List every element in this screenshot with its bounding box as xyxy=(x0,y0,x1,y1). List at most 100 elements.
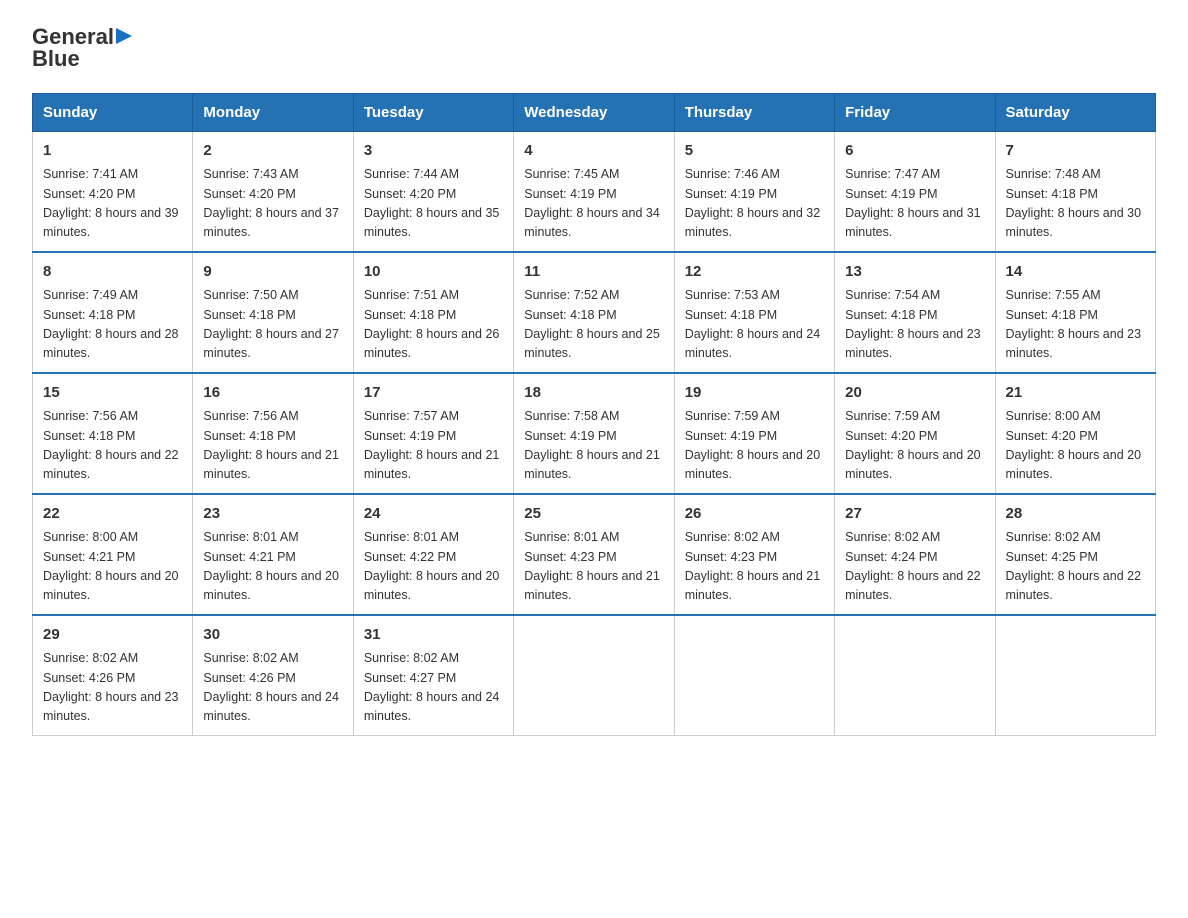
day-number: 2 xyxy=(203,140,342,163)
calendar-cell: 25Sunrise: 8:01 AMSunset: 4:23 PMDayligh… xyxy=(514,494,674,615)
day-info: Sunrise: 8:02 AMSunset: 4:25 PMDaylight:… xyxy=(1006,528,1145,606)
calendar-cell: 1Sunrise: 7:41 AMSunset: 4:20 PMDaylight… xyxy=(33,131,193,252)
day-info: Sunrise: 7:43 AMSunset: 4:20 PMDaylight:… xyxy=(203,165,342,243)
day-info: Sunrise: 7:56 AMSunset: 4:18 PMDaylight:… xyxy=(203,407,342,485)
day-info: Sunrise: 8:02 AMSunset: 4:23 PMDaylight:… xyxy=(685,528,824,606)
calendar-cell: 23Sunrise: 8:01 AMSunset: 4:21 PMDayligh… xyxy=(193,494,353,615)
day-number: 10 xyxy=(364,261,503,284)
calendar-cell: 7Sunrise: 7:48 AMSunset: 4:18 PMDaylight… xyxy=(995,131,1155,252)
day-info: Sunrise: 7:59 AMSunset: 4:20 PMDaylight:… xyxy=(845,407,984,485)
day-number: 29 xyxy=(43,624,182,647)
day-number: 27 xyxy=(845,503,984,526)
day-number: 30 xyxy=(203,624,342,647)
day-info: Sunrise: 7:48 AMSunset: 4:18 PMDaylight:… xyxy=(1006,165,1145,243)
day-number: 22 xyxy=(43,503,182,526)
calendar-cell: 22Sunrise: 8:00 AMSunset: 4:21 PMDayligh… xyxy=(33,494,193,615)
day-info: Sunrise: 7:47 AMSunset: 4:19 PMDaylight:… xyxy=(845,165,984,243)
day-info: Sunrise: 7:58 AMSunset: 4:19 PMDaylight:… xyxy=(524,407,663,485)
day-number: 14 xyxy=(1006,261,1145,284)
day-info: Sunrise: 8:02 AMSunset: 4:27 PMDaylight:… xyxy=(364,649,503,727)
day-number: 6 xyxy=(845,140,984,163)
day-info: Sunrise: 7:55 AMSunset: 4:18 PMDaylight:… xyxy=(1006,286,1145,364)
calendar-cell: 6Sunrise: 7:47 AMSunset: 4:19 PMDaylight… xyxy=(835,131,995,252)
day-number: 18 xyxy=(524,382,663,405)
day-info: Sunrise: 7:52 AMSunset: 4:18 PMDaylight:… xyxy=(524,286,663,364)
calendar-cell xyxy=(835,615,995,736)
calendar-cell: 21Sunrise: 8:00 AMSunset: 4:20 PMDayligh… xyxy=(995,373,1155,494)
logo-triangle-icon xyxy=(116,24,136,44)
calendar-cell: 30Sunrise: 8:02 AMSunset: 4:26 PMDayligh… xyxy=(193,615,353,736)
calendar-cell: 14Sunrise: 7:55 AMSunset: 4:18 PMDayligh… xyxy=(995,252,1155,373)
calendar-cell: 16Sunrise: 7:56 AMSunset: 4:18 PMDayligh… xyxy=(193,373,353,494)
day-number: 13 xyxy=(845,261,984,284)
calendar-cell: 2Sunrise: 7:43 AMSunset: 4:20 PMDaylight… xyxy=(193,131,353,252)
header-row: SundayMondayTuesdayWednesdayThursdayFrid… xyxy=(33,93,1156,131)
header-wednesday: Wednesday xyxy=(514,93,674,131)
header-thursday: Thursday xyxy=(674,93,834,131)
day-info: Sunrise: 7:57 AMSunset: 4:19 PMDaylight:… xyxy=(364,407,503,485)
week-row-3: 15Sunrise: 7:56 AMSunset: 4:18 PMDayligh… xyxy=(33,373,1156,494)
day-number: 24 xyxy=(364,503,503,526)
calendar-table: SundayMondayTuesdayWednesdayThursdayFrid… xyxy=(32,93,1156,736)
day-number: 31 xyxy=(364,624,503,647)
day-number: 11 xyxy=(524,261,663,284)
day-info: Sunrise: 7:49 AMSunset: 4:18 PMDaylight:… xyxy=(43,286,182,364)
day-number: 5 xyxy=(685,140,824,163)
calendar-cell: 18Sunrise: 7:58 AMSunset: 4:19 PMDayligh… xyxy=(514,373,674,494)
day-info: Sunrise: 7:50 AMSunset: 4:18 PMDaylight:… xyxy=(203,286,342,364)
calendar-cell xyxy=(674,615,834,736)
calendar-cell: 28Sunrise: 8:02 AMSunset: 4:25 PMDayligh… xyxy=(995,494,1155,615)
day-info: Sunrise: 7:54 AMSunset: 4:18 PMDaylight:… xyxy=(845,286,984,364)
page-header: General Blue xyxy=(32,24,1156,73)
header-tuesday: Tuesday xyxy=(353,93,513,131)
day-number: 7 xyxy=(1006,140,1145,163)
logo: General Blue xyxy=(32,24,136,73)
week-row-2: 8Sunrise: 7:49 AMSunset: 4:18 PMDaylight… xyxy=(33,252,1156,373)
day-info: Sunrise: 7:46 AMSunset: 4:19 PMDaylight:… xyxy=(685,165,824,243)
day-number: 17 xyxy=(364,382,503,405)
day-info: Sunrise: 8:01 AMSunset: 4:21 PMDaylight:… xyxy=(203,528,342,606)
day-info: Sunrise: 8:02 AMSunset: 4:26 PMDaylight:… xyxy=(43,649,182,727)
day-info: Sunrise: 7:53 AMSunset: 4:18 PMDaylight:… xyxy=(685,286,824,364)
day-number: 20 xyxy=(845,382,984,405)
calendar-cell: 9Sunrise: 7:50 AMSunset: 4:18 PMDaylight… xyxy=(193,252,353,373)
day-number: 15 xyxy=(43,382,182,405)
day-info: Sunrise: 8:02 AMSunset: 4:24 PMDaylight:… xyxy=(845,528,984,606)
header-saturday: Saturday xyxy=(995,93,1155,131)
day-info: Sunrise: 8:00 AMSunset: 4:20 PMDaylight:… xyxy=(1006,407,1145,485)
header-sunday: Sunday xyxy=(33,93,193,131)
calendar-cell: 19Sunrise: 7:59 AMSunset: 4:19 PMDayligh… xyxy=(674,373,834,494)
day-number: 26 xyxy=(685,503,824,526)
calendar-cell: 5Sunrise: 7:46 AMSunset: 4:19 PMDaylight… xyxy=(674,131,834,252)
calendar-cell: 27Sunrise: 8:02 AMSunset: 4:24 PMDayligh… xyxy=(835,494,995,615)
calendar-cell: 4Sunrise: 7:45 AMSunset: 4:19 PMDaylight… xyxy=(514,131,674,252)
day-number: 25 xyxy=(524,503,663,526)
day-number: 19 xyxy=(685,382,824,405)
day-info: Sunrise: 7:45 AMSunset: 4:19 PMDaylight:… xyxy=(524,165,663,243)
week-row-4: 22Sunrise: 8:00 AMSunset: 4:21 PMDayligh… xyxy=(33,494,1156,615)
calendar-cell: 12Sunrise: 7:53 AMSunset: 4:18 PMDayligh… xyxy=(674,252,834,373)
calendar-cell xyxy=(514,615,674,736)
day-number: 21 xyxy=(1006,382,1145,405)
day-number: 16 xyxy=(203,382,342,405)
day-info: Sunrise: 7:41 AMSunset: 4:20 PMDaylight:… xyxy=(43,165,182,243)
day-info: Sunrise: 7:56 AMSunset: 4:18 PMDaylight:… xyxy=(43,407,182,485)
calendar-cell: 3Sunrise: 7:44 AMSunset: 4:20 PMDaylight… xyxy=(353,131,513,252)
day-number: 8 xyxy=(43,261,182,284)
day-number: 12 xyxy=(685,261,824,284)
day-number: 9 xyxy=(203,261,342,284)
calendar-cell: 8Sunrise: 7:49 AMSunset: 4:18 PMDaylight… xyxy=(33,252,193,373)
calendar-cell: 13Sunrise: 7:54 AMSunset: 4:18 PMDayligh… xyxy=(835,252,995,373)
week-row-5: 29Sunrise: 8:02 AMSunset: 4:26 PMDayligh… xyxy=(33,615,1156,736)
calendar-cell: 15Sunrise: 7:56 AMSunset: 4:18 PMDayligh… xyxy=(33,373,193,494)
calendar-cell: 31Sunrise: 8:02 AMSunset: 4:27 PMDayligh… xyxy=(353,615,513,736)
day-number: 23 xyxy=(203,503,342,526)
day-info: Sunrise: 8:02 AMSunset: 4:26 PMDaylight:… xyxy=(203,649,342,727)
calendar-cell: 10Sunrise: 7:51 AMSunset: 4:18 PMDayligh… xyxy=(353,252,513,373)
week-row-1: 1Sunrise: 7:41 AMSunset: 4:20 PMDaylight… xyxy=(33,131,1156,252)
calendar-cell: 11Sunrise: 7:52 AMSunset: 4:18 PMDayligh… xyxy=(514,252,674,373)
calendar-cell: 20Sunrise: 7:59 AMSunset: 4:20 PMDayligh… xyxy=(835,373,995,494)
calendar-cell xyxy=(995,615,1155,736)
day-info: Sunrise: 7:59 AMSunset: 4:19 PMDaylight:… xyxy=(685,407,824,485)
day-number: 1 xyxy=(43,140,182,163)
